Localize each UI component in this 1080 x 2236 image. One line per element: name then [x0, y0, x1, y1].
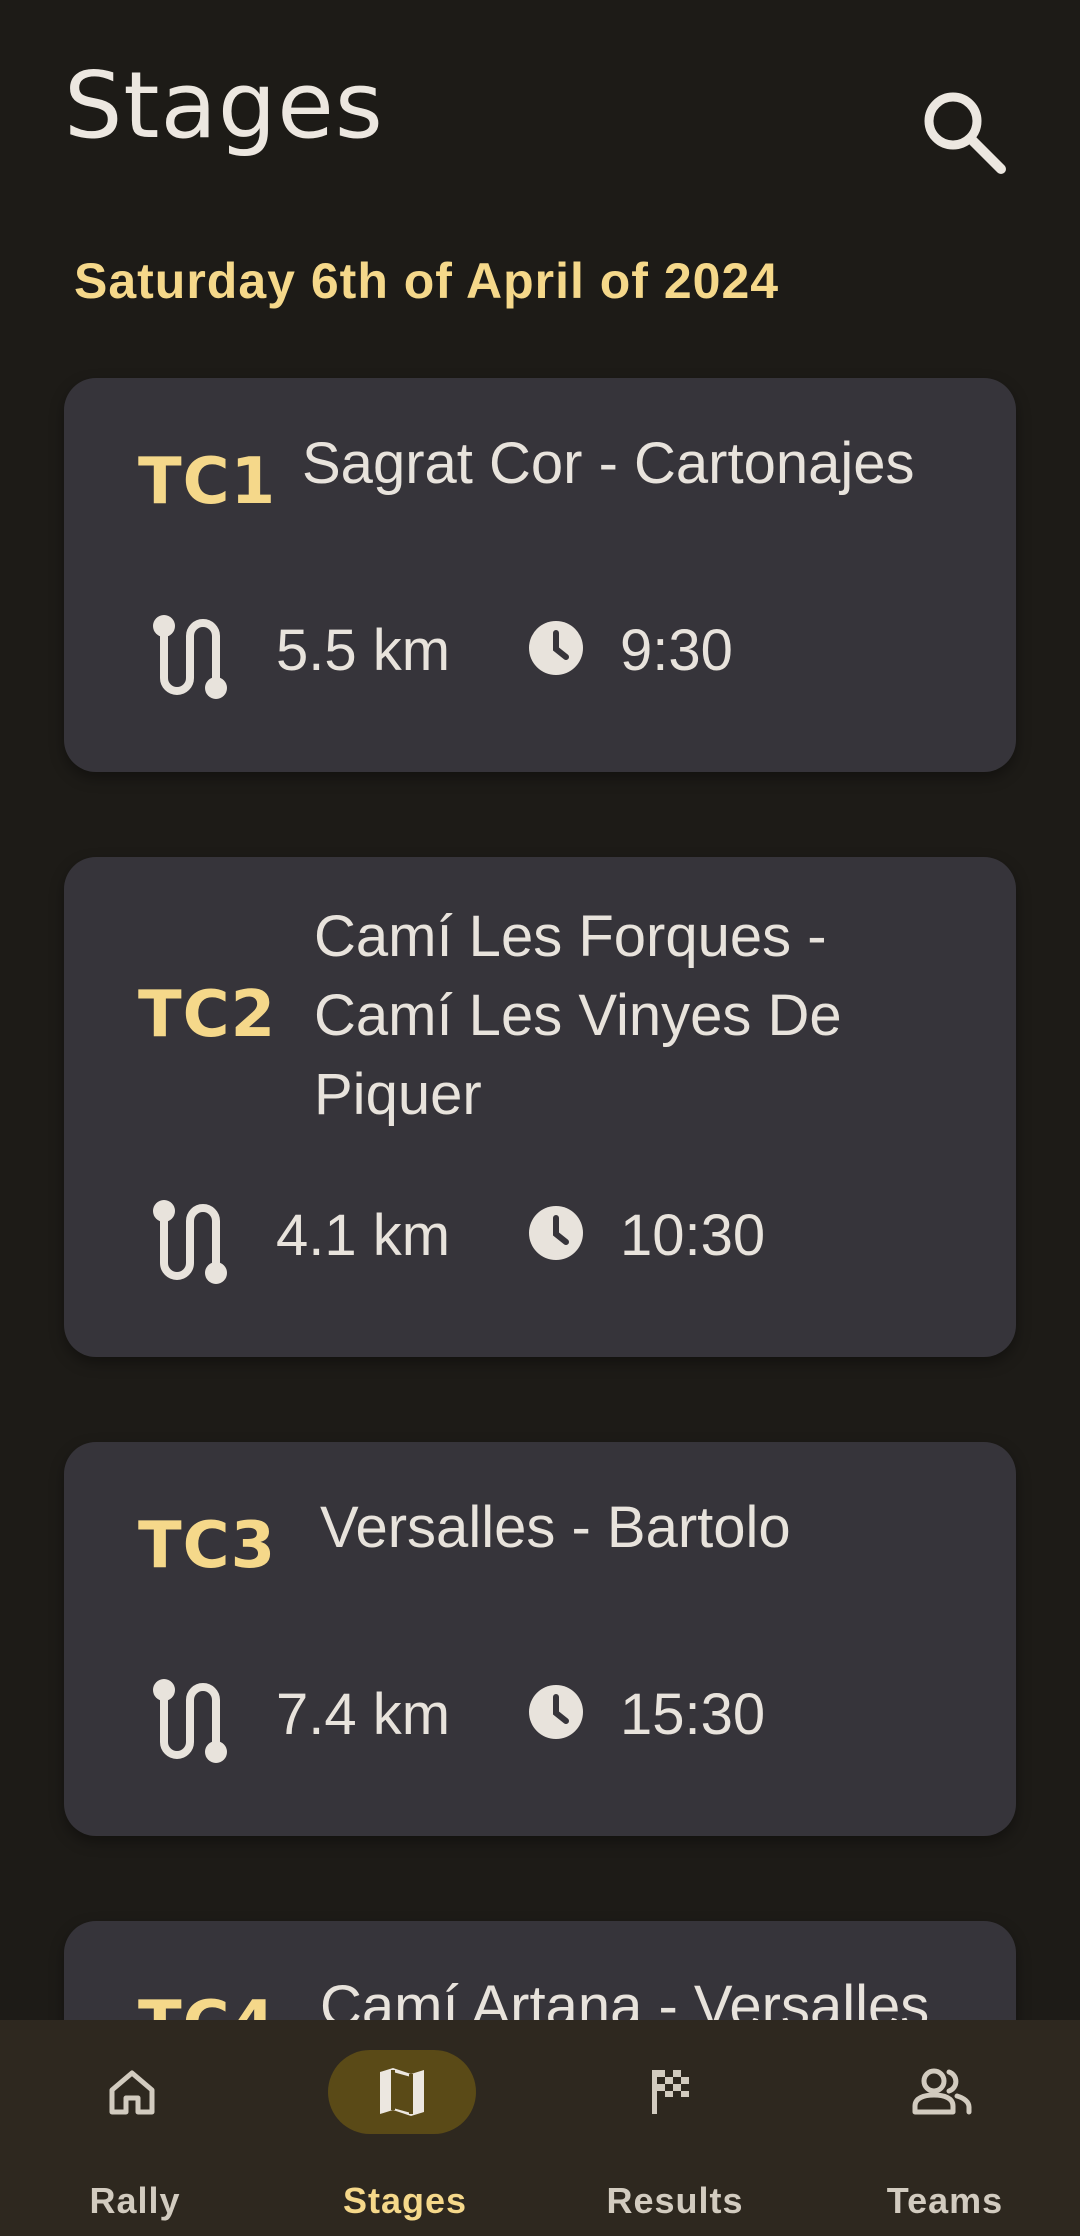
stage-name: Sagrat Cor - Cartonajes	[302, 431, 915, 496]
nav-indicator	[328, 2050, 476, 2134]
stage-code: TC2	[138, 978, 277, 1052]
stage-name: Versalles - Bartolo	[320, 1495, 791, 1560]
stage-card[interactable]: TC1 Sagrat Cor - Cartonajes 5.5 km 9:30	[64, 378, 1016, 772]
clock-icon	[529, 621, 583, 675]
stage-code: TC1	[138, 445, 277, 519]
map-icon	[380, 2068, 424, 2116]
stage-code: TC3	[138, 1509, 277, 1583]
stage-time: 10:30	[620, 1203, 766, 1268]
bottom-navigation: Rally Stages Results Teams	[0, 2020, 1080, 2236]
route-icon	[153, 1679, 227, 1763]
nav-item-teams[interactable]: Teams	[810, 2020, 1080, 2236]
nav-label: Results	[606, 2180, 744, 2221]
stage-name: Camí Les Forques - Camí Les Vinyes De Pi…	[314, 904, 842, 1127]
stage-distance: 4.1 km	[276, 1203, 451, 1268]
stage-distance: 5.5 km	[276, 618, 451, 683]
nav-item-stages[interactable]: Stages	[270, 2020, 540, 2236]
people-icon	[912, 2068, 972, 2115]
nav-indicator	[868, 2050, 1016, 2134]
stage-time: 9:30	[620, 618, 733, 683]
stage-distance: 7.4 km	[276, 1682, 451, 1747]
nav-item-results[interactable]: Results	[540, 2020, 810, 2236]
checkered-flag-icon	[652, 2070, 689, 2114]
nav-indicator	[58, 2050, 206, 2134]
clock-icon	[529, 1685, 583, 1739]
stage-card[interactable]: TC3 Versalles - Bartolo 7.4 km 15:30	[64, 1442, 1016, 1836]
clock-icon	[529, 1206, 583, 1260]
nav-label: Teams	[886, 2180, 1004, 2221]
stage-time: 15:30	[620, 1682, 766, 1747]
stage-card[interactable]: TC2 Camí Les Forques - Camí Les Vinyes D…	[64, 857, 1016, 1357]
nav-label: Stages	[342, 2180, 468, 2221]
nav-label: Rally	[89, 2180, 181, 2221]
nav-item-rally[interactable]: Rally	[0, 2020, 270, 2236]
route-icon	[153, 1200, 227, 1284]
stages-list: TC1 Sagrat Cor - Cartonajes 5.5 km 9:30 …	[0, 0, 1080, 2236]
route-icon	[153, 615, 227, 699]
nav-indicator	[598, 2050, 746, 2134]
home-icon	[109, 2070, 155, 2115]
